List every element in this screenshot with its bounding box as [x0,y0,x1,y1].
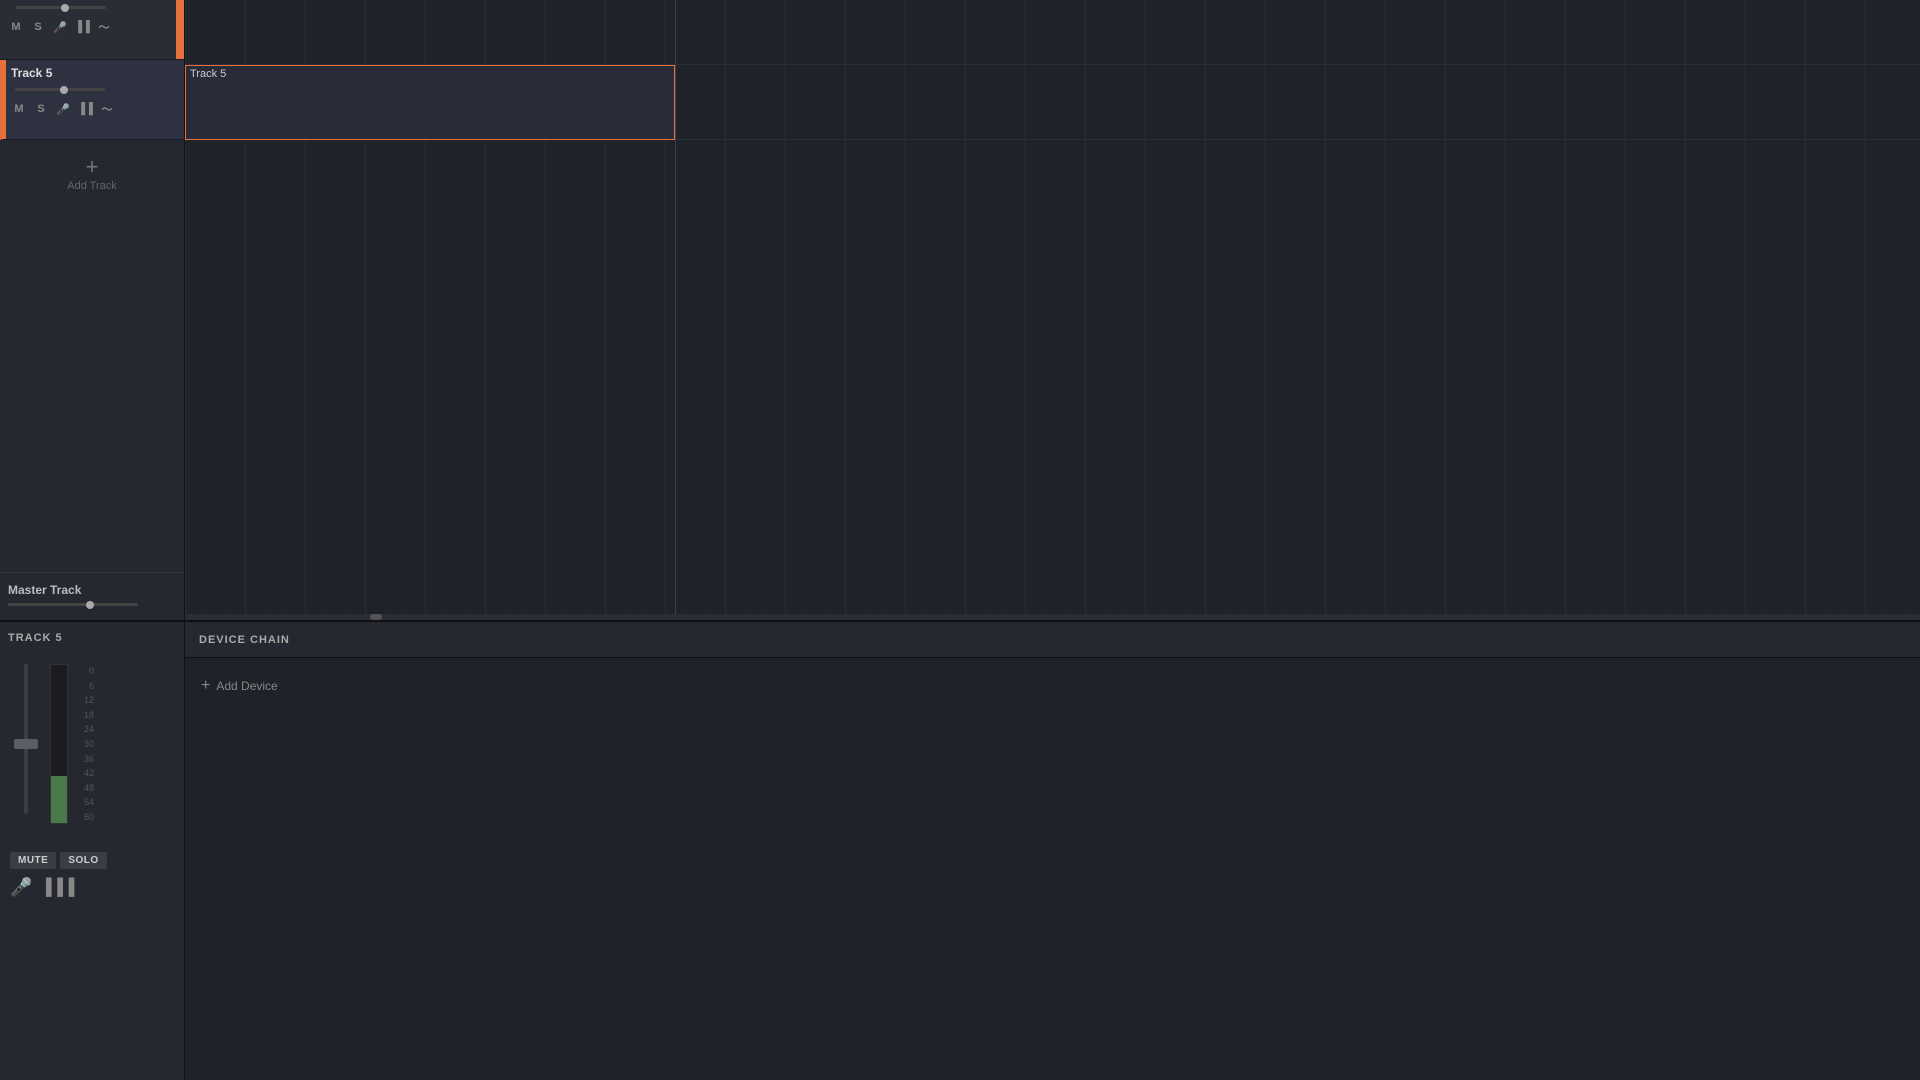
add-track-plus-icon: + [86,156,99,178]
track-mixer-panel: TRACK 5 0 6 12 [0,622,185,1080]
track5-volume-row [3,82,184,97]
vu-label-12: 12 [74,695,94,705]
track5-header: Track 5 [3,60,184,82]
vu-label-54: 54 [74,797,94,807]
track4-orange-bar [176,0,184,59]
track5-record-btn[interactable]: 🎤 [55,103,71,116]
vu-meter-left [50,664,68,824]
main-area: M S 🎤 ▐▐ 〜 Track 5 [0,0,1920,620]
track-item-track5[interactable]: Track 5 M S 🎤 ▐▐ 〜 [0,60,184,140]
timeline-resize-handle[interactable] [185,614,1920,620]
device-chain-label: DEVICE CHAIN [199,634,290,646]
master-track-label: Master Track [8,583,176,597]
track-mixer-label: TRACK 5 [6,628,178,648]
mute-button[interactable]: MUTE [10,852,56,869]
clip-label: Track 5 [186,66,230,82]
track4-volume-slider[interactable] [16,6,106,9]
track5-solo-btn[interactable]: S [33,103,49,115]
bottom-icons-row: 🎤 ▐▐▐ [10,877,174,898]
vu-label-60: 60 [74,812,94,822]
bars-icon[interactable]: ▐▐▐ [40,879,74,897]
fader-thumb [14,739,38,749]
record-icon[interactable]: 🎤 [10,877,32,898]
vu-label-18: 18 [74,710,94,720]
track4-solo-btn[interactable]: S [30,21,46,33]
device-chain-header: DEVICE CHAIN [185,622,1920,658]
add-device-label: Add Device [216,679,277,693]
scrollbar-handle[interactable] [370,614,382,620]
track5-mute-btn[interactable]: M [11,103,27,115]
vu-label-30: 30 [74,739,94,749]
track-lane-top [185,0,1920,65]
track5-wave-btn[interactable]: 〜 [99,101,115,117]
vu-scale: 0 6 12 18 24 30 36 42 48 54 60 [74,664,94,824]
vu-bar-left [51,776,67,823]
vu-label-36: 36 [74,754,94,764]
master-track-area: Master Track [0,572,184,620]
track4-bars-btn[interactable]: ▐▐ [74,21,90,33]
vu-label-6: 6 [74,681,94,691]
add-track-button[interactable]: + Add Track [0,144,184,204]
app-container: M S 🎤 ▐▐ 〜 Track 5 [0,0,1920,1080]
track5-bars-btn[interactable]: ▐▐ [77,103,93,115]
track5-clip[interactable]: Track 5 [185,65,675,140]
track5-volume-slider[interactable] [15,88,105,91]
master-volume-slider[interactable] [8,603,138,606]
solo-button[interactable]: SOLO [60,852,106,869]
track4-wave-btn[interactable]: 〜 [96,19,112,35]
timeline-area[interactable]: Track 5 [185,0,1920,620]
bottom-panel: TRACK 5 0 6 12 [0,620,1920,1080]
track-list: M S 🎤 ▐▐ 〜 Track 5 [0,0,185,620]
vu-label-0: 0 [74,666,94,676]
track4-record-btn[interactable]: 🎤 [52,21,68,34]
add-track-label: Add Track [67,180,117,192]
track5-name: Track 5 [11,66,52,80]
device-chain-panel: DEVICE CHAIN + Add Device [185,622,1920,1080]
track4-mute-btn[interactable]: M [8,21,24,33]
fader-slider[interactable] [24,664,28,814]
track4-controls: M S 🎤 ▐▐ 〜 [0,15,184,41]
track-item-track4[interactable]: M S 🎤 ▐▐ 〜 [0,0,184,60]
vu-meter-group: 0 6 12 18 24 30 36 42 48 54 60 [50,664,94,824]
vu-label-24: 24 [74,724,94,734]
add-device-plus-icon: + [201,678,210,694]
add-device-button[interactable]: + Add Device [201,678,278,694]
fader-track[interactable] [6,664,46,844]
track4-volume-row [0,0,184,15]
mixer-fader-area: 0 6 12 18 24 30 36 42 48 54 60 [6,656,178,844]
vu-label-42: 42 [74,768,94,778]
track5-controls: M S 🎤 ▐▐ 〜 [3,97,184,123]
mute-solo-row: MUTE SOLO [10,852,174,869]
vu-label-48: 48 [74,783,94,793]
timeline-vertical-divider [675,0,676,620]
device-chain-content: + Add Device [185,658,1920,714]
